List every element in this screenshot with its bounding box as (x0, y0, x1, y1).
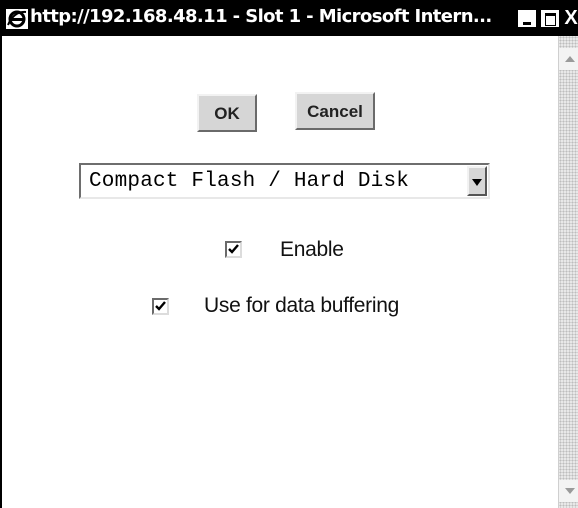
vertical-scrollbar[interactable] (558, 36, 578, 508)
maximize-button[interactable] (540, 9, 560, 28)
scroll-down-button[interactable] (559, 480, 578, 502)
enable-checkbox[interactable] (225, 241, 242, 258)
close-button[interactable]: X (562, 7, 578, 29)
scroll-down-icon (565, 488, 575, 494)
page-content: OK Cancel Compact Flash / Hard Disk Enab… (4, 36, 558, 508)
data-buffering-label: Use for data buffering (204, 294, 399, 317)
chevron-down-icon (472, 179, 482, 186)
dropdown-button[interactable] (467, 166, 487, 196)
ok-button[interactable]: OK (197, 94, 257, 132)
internet-explorer-icon (6, 9, 28, 29)
minimize-icon (523, 22, 531, 25)
enable-label: Enable (280, 238, 344, 261)
data-buffering-checkbox[interactable] (152, 298, 169, 315)
title-bar[interactable]: http://192.168.48.11 - Slot 1 - Microsof… (2, 0, 578, 36)
checkmark-icon (155, 301, 166, 311)
window-title: http://192.168.48.11 - Slot 1 - Microsof… (30, 6, 492, 27)
checkmark-icon (228, 244, 239, 254)
storage-type-value: Compact Flash / Hard Disk (89, 170, 410, 193)
close-icon: X (564, 7, 578, 29)
scroll-up-button[interactable] (559, 48, 578, 70)
browser-popup-window: http://192.168.48.11 - Slot 1 - Microsof… (0, 0, 578, 508)
minimize-button[interactable] (517, 9, 537, 28)
scroll-up-icon (565, 56, 575, 62)
storage-type-select[interactable]: Compact Flash / Hard Disk (79, 163, 490, 199)
maximize-icon (545, 13, 556, 26)
cancel-button[interactable]: Cancel (295, 92, 375, 130)
